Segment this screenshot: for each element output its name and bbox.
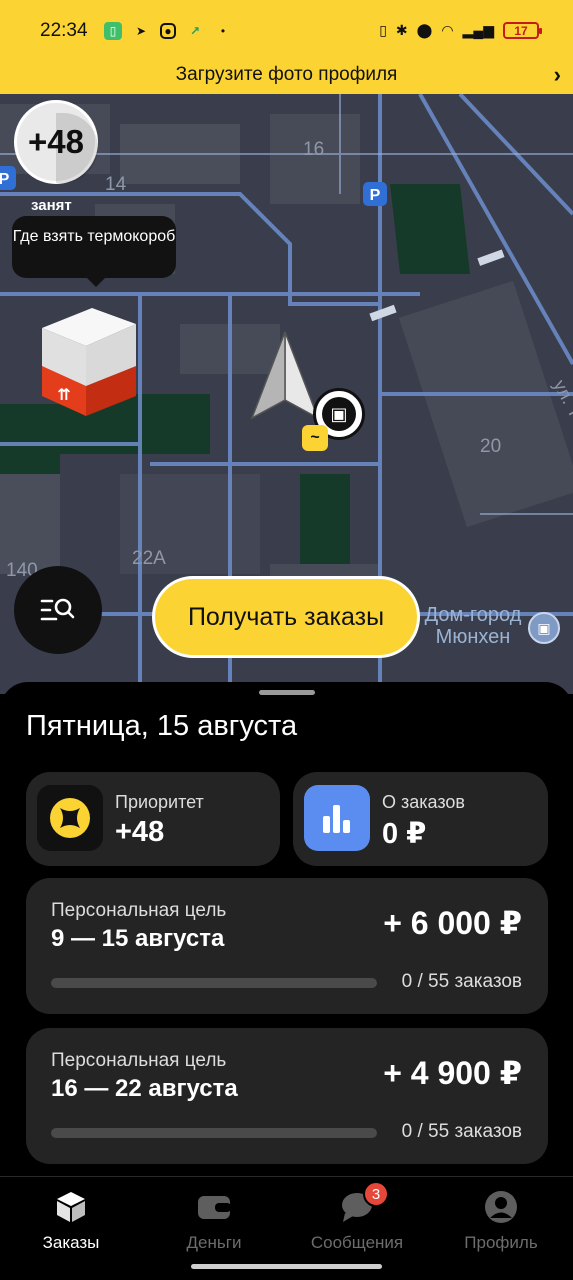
home-indicator[interactable] [191, 1264, 382, 1269]
bluetooth-icon: ✱ [395, 22, 408, 38]
tab-messages[interactable]: 3 Сообщения [297, 1181, 417, 1253]
house-number: 22А [132, 548, 166, 569]
status-bar: 22:34 ▯ ➤ ● ↗ • ▯ ✱ ⬤ ◠ ▂▄▆ 17 [0, 0, 573, 60]
priority-icon [37, 785, 103, 851]
tile-label: О заказов [382, 792, 465, 812]
system-icons: ▯ ✱ ⬤ ◠ ▂▄▆ 17 [379, 22, 542, 39]
priority-tile[interactable]: Приоритет +48 [26, 772, 280, 866]
yandex-pro-icon: ~ [302, 425, 328, 451]
goal-title: Персональная цель [51, 900, 227, 921]
status-time: 22:34 [40, 20, 88, 41]
goal-amount: + 4 900 ₽ [383, 1055, 522, 1091]
house-number: 20 [480, 436, 501, 457]
chevron-right-icon: › [553, 62, 561, 87]
bar-chart-icon [304, 785, 370, 851]
signal-icon: ▂▄▆ [462, 22, 494, 38]
goal-progress-text: 0 / 55 заказов [401, 971, 522, 992]
busy-status-label: занят [31, 197, 72, 214]
priority-indicator[interactable]: +48 [14, 100, 98, 184]
house-number: 14 [105, 174, 127, 195]
tab-label: Сообщения [310, 1233, 404, 1252]
tile-label: Приоритет [115, 792, 204, 812]
telegram-icon: ➤ [135, 24, 147, 38]
goal-period: 9 — 15 августа [51, 925, 225, 952]
dot-icon: • [220, 24, 226, 38]
tab-label: Деньги [186, 1233, 242, 1252]
personal-goal-card[interactable]: Персональная цель 16 — 22 августа + 4 90… [26, 1028, 548, 1164]
parking-label: P [370, 187, 381, 204]
list-search-icon [40, 598, 75, 621]
tab-label: Заказы [42, 1233, 100, 1252]
chat-icon: 3 [339, 1181, 389, 1225]
tab-profile[interactable]: Профиль [441, 1189, 561, 1253]
box-icon [53, 1189, 89, 1225]
poi-label[interactable]: Дом-город Мюнхен [418, 604, 528, 648]
goal-progress-text: 0 / 55 заказов [401, 1121, 522, 1142]
briefcase-icon: ▣ [322, 397, 356, 431]
get-orders-button[interactable]: Получать заказы [152, 576, 420, 658]
goal-title: Персональная цель [51, 1050, 227, 1071]
earnings-tile[interactable]: О заказов 0 ₽ [293, 772, 548, 866]
tile-value: +48 [115, 816, 165, 848]
date-title: Пятница, 15 августа [26, 710, 298, 742]
sheet-handle[interactable] [259, 690, 315, 695]
wifi-icon: ◠ [441, 22, 454, 38]
parking-label-2: P [0, 171, 10, 188]
vibrate-icon: ▯ [379, 22, 387, 38]
tile-value: 0 ₽ [382, 818, 427, 850]
location-arrow-icon [250, 331, 320, 420]
location-icon: ⬤ [416, 22, 433, 38]
instagram-icon: ● [160, 23, 176, 39]
goal-progress-bar [51, 978, 377, 988]
notification-icons: ▯ ➤ ● ↗ • [104, 22, 232, 40]
app-icon: ▯ [104, 22, 122, 40]
tab-money[interactable]: Деньги [154, 1189, 274, 1253]
poi-briefcase-icon[interactable]: ▣ [528, 612, 560, 644]
svg-text:⇈: ⇈ [57, 385, 70, 404]
thermobox-icon[interactable]: ⇈ [36, 288, 140, 418]
personal-goal-card[interactable]: Персональная цель 9 — 15 августа + 6 000… [26, 878, 548, 1014]
messages-badge: 3 [363, 1181, 389, 1207]
house-number: 16 [303, 139, 324, 160]
orders-search-button[interactable] [14, 566, 102, 654]
goal-amount: + 6 000 ₽ [383, 905, 522, 941]
tab-label: Профиль [464, 1233, 538, 1252]
banner-text: Загрузите фото профиля [175, 64, 398, 85]
arrow-icon: ↗ [189, 24, 201, 38]
battery-icon: 17 [503, 22, 542, 39]
goal-progress-bar [51, 1128, 377, 1138]
profile-icon [483, 1189, 519, 1225]
goal-period: 16 — 22 августа [51, 1075, 238, 1102]
wallet-icon [196, 1189, 232, 1225]
thermobox-tooltip[interactable]: Где взять термокороб [12, 216, 176, 287]
tab-orders[interactable]: Заказы [11, 1189, 131, 1253]
upload-photo-banner[interactable]: Загрузите фото профиля › [0, 60, 573, 94]
